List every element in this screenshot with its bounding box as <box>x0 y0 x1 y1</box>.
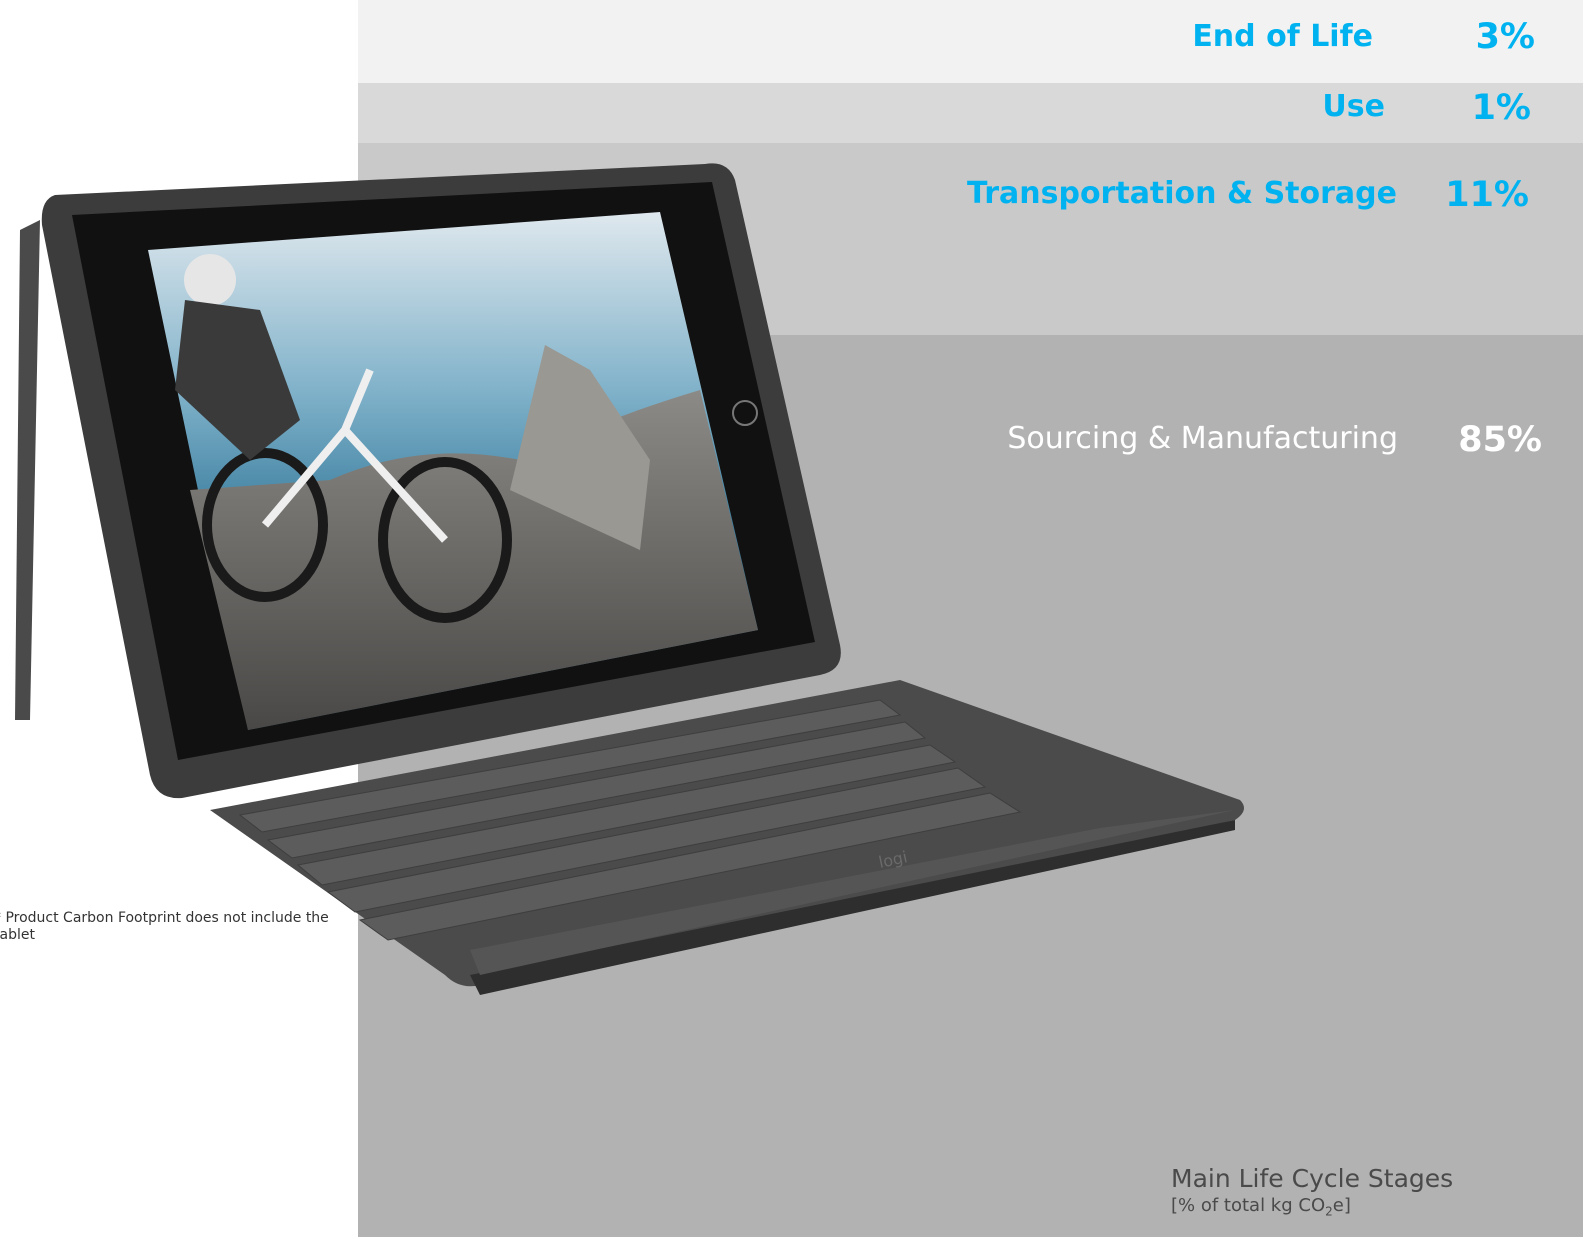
stage-value-transportation-storage: 11% <box>1445 175 1529 215</box>
case-stand <box>15 220 40 720</box>
page: End of Life 3% Use 1% Transportation & S… <box>0 0 1583 1237</box>
unit-label-prefix: [% of total kg CO <box>1171 1195 1326 1216</box>
band-use <box>358 83 1583 143</box>
stage-value-sourcing-manufacturing: 85% <box>1458 420 1542 460</box>
stage-label-end-of-life: End of Life <box>1192 19 1373 54</box>
band-end-of-life <box>358 0 1583 83</box>
stage-value-use: 1% <box>1471 88 1531 128</box>
unit-label-subscript: 2 <box>1325 1204 1333 1219</box>
stage-value-end-of-life: 3% <box>1475 17 1535 57</box>
unit-label-suffix: e] <box>1332 1195 1351 1216</box>
rider-helmet <box>184 254 236 306</box>
tablet-keyboard-case-image: logi <box>15 163 1244 995</box>
chart-title: Main Life Cycle Stages <box>1171 1164 1454 1193</box>
chart-unit-label: [% of total kg CO2e] <box>1171 1195 1351 1219</box>
stage-label-use: Use <box>1322 89 1385 124</box>
